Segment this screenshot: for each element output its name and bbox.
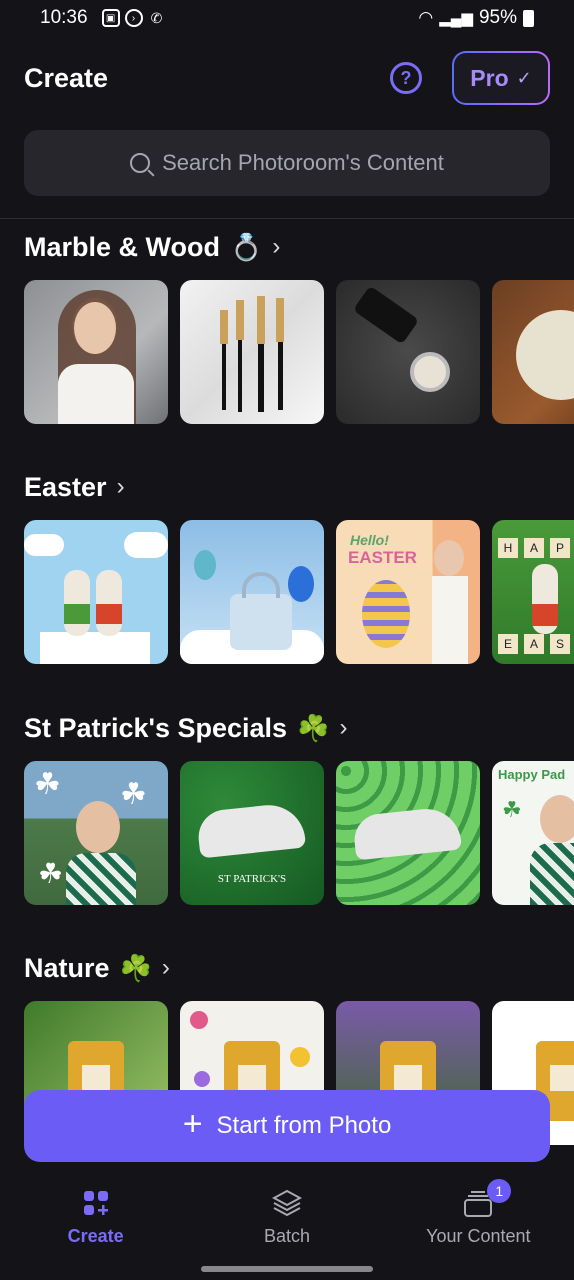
- template-thumbnail[interactable]: ST PATRICK'S: [180, 761, 324, 905]
- section-header[interactable]: Easter ›: [24, 470, 574, 504]
- stpatricks-tile-text: ST PATRICK'S: [217, 873, 287, 885]
- easter-hello-text: Hello!: [350, 532, 389, 548]
- check-icon: ✓: [516, 67, 532, 88]
- search-icon: [130, 153, 151, 173]
- help-icon[interactable]: ?: [390, 62, 422, 94]
- search-input[interactable]: Search Photoroom's Content: [24, 130, 550, 196]
- layers-icon: [271, 1189, 302, 1217]
- easter-title-text: EASTER: [348, 548, 417, 567]
- shamrock-sticker-icon: ☘: [38, 858, 64, 889]
- template-thumbnail[interactable]: [336, 280, 480, 424]
- section-header[interactable]: St Patrick's Specials ☘️ ›: [24, 711, 574, 745]
- call-notification-icon: ✆: [150, 9, 163, 26]
- app-header: Create ? Pro ✓: [24, 53, 550, 103]
- section-title: St Patrick's Specials: [24, 712, 288, 743]
- chevron-right-icon: ›: [116, 473, 125, 500]
- pro-label: Pro: [470, 64, 509, 91]
- nav-your-content-label: Your Content: [426, 1226, 531, 1246]
- template-thumbnail[interactable]: [24, 280, 168, 424]
- shamrock-sticker-icon: ☘: [120, 778, 147, 811]
- shamrock-sticker-icon: ☘: [34, 768, 61, 801]
- scrabble-tile: A: [524, 538, 544, 558]
- nav-create-label: Create: [67, 1226, 124, 1246]
- wifi-icon: ◠: [418, 8, 434, 27]
- nav-create[interactable]: Create: [0, 1170, 191, 1280]
- plus-icon: +: [182, 1105, 203, 1143]
- template-thumbnail[interactable]: [180, 280, 324, 424]
- section-title: Marble & Wood: [24, 231, 221, 262]
- section-easter: Easter › Hello! EASTER H A P E A S: [24, 470, 574, 664]
- template-thumbnail[interactable]: [180, 520, 324, 664]
- template-thumbnail[interactable]: Hello! EASTER: [336, 520, 480, 664]
- battery-icon: [523, 9, 534, 27]
- chevron-right-icon: ›: [339, 714, 348, 741]
- section-header[interactable]: Nature ☘️ ›: [24, 951, 574, 985]
- home-indicator[interactable]: [201, 1266, 373, 1272]
- scrabble-tile: E: [498, 634, 518, 654]
- template-thumbnail[interactable]: [24, 520, 168, 664]
- scrabble-tile: P: [550, 538, 570, 558]
- section-title: Nature: [24, 952, 110, 983]
- gallery-notification-icon: ▣: [101, 9, 120, 27]
- status-time: 10:36: [40, 7, 88, 28]
- template-thumbnail[interactable]: Happy Pad ☘: [492, 761, 574, 905]
- start-from-photo-button[interactable]: + Start from Photo: [24, 1090, 550, 1162]
- template-thumbnail[interactable]: [336, 761, 480, 905]
- scrabble-tile: S: [550, 634, 570, 654]
- create-grid-icon: [83, 1191, 108, 1215]
- signal-icon: ▂▄▆: [439, 10, 473, 27]
- ring-icon: 💍: [230, 231, 263, 262]
- template-thumbnail[interactable]: [492, 280, 574, 424]
- nav-batch[interactable]: Batch: [191, 1170, 382, 1280]
- scrabble-tile: A: [524, 634, 544, 654]
- template-thumbnail[interactable]: ☘ ☘ ☘: [24, 761, 168, 905]
- media-notification-icon: ›: [124, 9, 143, 27]
- chevron-right-icon: ›: [272, 233, 281, 260]
- shamrock-sticker-icon: ☘: [502, 797, 522, 822]
- section-marble-wood: Marble & Wood 💍 ›: [24, 230, 574, 424]
- search-placeholder: Search Photoroom's Content: [162, 150, 444, 175]
- template-thumbnail[interactable]: H A P E A S: [492, 520, 574, 664]
- section-header[interactable]: Marble & Wood 💍 ›: [24, 230, 574, 264]
- scrabble-tile: H: [498, 538, 518, 558]
- page-title: Create: [24, 62, 109, 93]
- start-from-photo-label: Start from Photo: [216, 1112, 392, 1139]
- your-content-icon-wrapper: 1: [463, 1179, 512, 1218]
- shamrock-icon: ☘️: [119, 952, 152, 983]
- pro-button[interactable]: Pro ✓: [452, 51, 550, 105]
- divider: [0, 218, 574, 219]
- status-bar: 10:36 ▣ › ✆ ◠ ▂▄▆ 95%: [0, 0, 574, 36]
- section-st-patricks: St Patrick's Specials ☘️ › ☘ ☘ ☘ ST PATR…: [24, 711, 574, 905]
- nav-batch-label: Batch: [263, 1226, 310, 1246]
- notification-badge: 1: [487, 1179, 512, 1203]
- nav-your-content[interactable]: 1 Your Content: [383, 1170, 574, 1280]
- happy-tile-text: Happy Pad: [498, 767, 566, 782]
- bottom-navigation: Create Batch 1 Your Content: [0, 1170, 574, 1280]
- battery-percent: 95%: [478, 7, 517, 28]
- shamrock-icon: ☘️: [297, 712, 330, 743]
- chevron-right-icon: ›: [161, 954, 170, 981]
- section-title: Easter: [24, 471, 107, 502]
